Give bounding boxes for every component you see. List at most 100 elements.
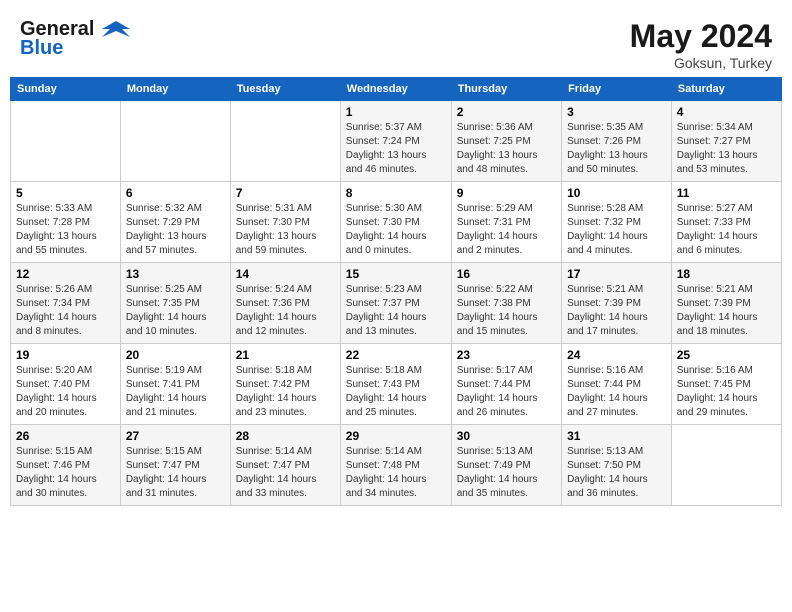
day-number: 13	[126, 267, 225, 281]
day-info: Sunrise: 5:13 AM Sunset: 7:49 PM Dayligh…	[457, 445, 556, 501]
day-number: 15	[346, 267, 446, 281]
day-info: Sunrise: 5:27 AM Sunset: 7:33 PM Dayligh…	[677, 202, 776, 258]
day-info: Sunrise: 5:32 AM Sunset: 7:29 PM Dayligh…	[126, 202, 225, 258]
day-info: Sunrise: 5:22 AM Sunset: 7:38 PM Dayligh…	[457, 283, 556, 339]
calendar-cell: 18 Sunrise: 5:21 AM Sunset: 7:39 PM Dayli…	[671, 263, 781, 344]
column-header-monday: Monday	[120, 78, 230, 101]
calendar-cell: 26 Sunrise: 5:15 AM Sunset: 7:46 PM Dayli…	[11, 425, 121, 506]
calendar-cell: 10 Sunrise: 5:28 AM Sunset: 7:32 PM Dayli…	[562, 182, 672, 263]
day-number: 12	[16, 267, 115, 281]
day-number: 30	[457, 429, 556, 443]
day-info: Sunrise: 5:18 AM Sunset: 7:42 PM Dayligh…	[236, 364, 335, 420]
column-header-saturday: Saturday	[671, 78, 781, 101]
calendar-week-row: 19 Sunrise: 5:20 AM Sunset: 7:40 PM Dayli…	[11, 344, 782, 425]
day-number: 19	[16, 348, 115, 362]
day-number: 18	[677, 267, 776, 281]
logo: General Blue	[20, 18, 130, 60]
day-number: 21	[236, 348, 335, 362]
day-info: Sunrise: 5:35 AM Sunset: 7:26 PM Dayligh…	[567, 121, 666, 177]
calendar-cell	[671, 425, 781, 506]
day-info: Sunrise: 5:16 AM Sunset: 7:44 PM Dayligh…	[567, 364, 666, 420]
calendar-week-row: 12 Sunrise: 5:26 AM Sunset: 7:34 PM Dayli…	[11, 263, 782, 344]
day-info: Sunrise: 5:14 AM Sunset: 7:47 PM Dayligh…	[236, 445, 335, 501]
day-info: Sunrise: 5:21 AM Sunset: 7:39 PM Dayligh…	[567, 283, 666, 339]
day-info: Sunrise: 5:14 AM Sunset: 7:48 PM Dayligh…	[346, 445, 446, 501]
calendar-cell: 14 Sunrise: 5:24 AM Sunset: 7:36 PM Dayli…	[230, 263, 340, 344]
calendar-cell: 29 Sunrise: 5:14 AM Sunset: 7:48 PM Dayli…	[340, 425, 451, 506]
day-number: 23	[457, 348, 556, 362]
day-number: 7	[236, 186, 335, 200]
calendar-week-row: 26 Sunrise: 5:15 AM Sunset: 7:46 PM Dayli…	[11, 425, 782, 506]
day-info: Sunrise: 5:30 AM Sunset: 7:30 PM Dayligh…	[346, 202, 446, 258]
day-number: 25	[677, 348, 776, 362]
calendar-cell: 3Sunrise: 5:35 AM Sunset: 7:26 PM Daylig…	[562, 101, 672, 182]
day-number: 26	[16, 429, 115, 443]
day-number: 8	[346, 186, 446, 200]
calendar-cell: 12 Sunrise: 5:26 AM Sunset: 7:34 PM Dayli…	[11, 263, 121, 344]
day-info: Sunrise: 5:15 AM Sunset: 7:47 PM Dayligh…	[126, 445, 225, 501]
column-header-sunday: Sunday	[11, 78, 121, 101]
calendar-cell: 7 Sunrise: 5:31 AM Sunset: 7:30 PM Daylig…	[230, 182, 340, 263]
calendar-cell: 5 Sunrise: 5:33 AM Sunset: 7:28 PM Daylig…	[11, 182, 121, 263]
day-number: 20	[126, 348, 225, 362]
day-info: Sunrise: 5:20 AM Sunset: 7:40 PM Dayligh…	[16, 364, 115, 420]
month-year-title: May 2024	[630, 18, 772, 55]
calendar-cell: 1 Sunrise: 5:37 AM Sunset: 7:24 PM Daylig…	[340, 101, 451, 182]
day-number: 27	[126, 429, 225, 443]
day-number: 31	[567, 429, 666, 443]
calendar-cell	[120, 101, 230, 182]
calendar-cell: 11 Sunrise: 5:27 AM Sunset: 7:33 PM Dayli…	[671, 182, 781, 263]
day-info: Sunrise: 5:25 AM Sunset: 7:35 PM Dayligh…	[126, 283, 225, 339]
day-number: 17	[567, 267, 666, 281]
day-info: Sunrise: 5:15 AM Sunset: 7:46 PM Dayligh…	[16, 445, 115, 501]
calendar-cell: 28 Sunrise: 5:14 AM Sunset: 7:47 PM Dayli…	[230, 425, 340, 506]
page-header: General Blue May 2024 Goksun, Turkey	[10, 10, 782, 77]
day-number: 14	[236, 267, 335, 281]
day-info: Sunrise: 5:29 AM Sunset: 7:31 PM Dayligh…	[457, 202, 556, 258]
calendar-cell: 30 Sunrise: 5:13 AM Sunset: 7:49 PM Dayli…	[451, 425, 561, 506]
day-number: 5	[16, 186, 115, 200]
day-info: Sunrise: 5:31 AM Sunset: 7:30 PM Dayligh…	[236, 202, 335, 258]
calendar-cell: 19 Sunrise: 5:20 AM Sunset: 7:40 PM Dayli…	[11, 344, 121, 425]
column-header-tuesday: Tuesday	[230, 78, 340, 101]
calendar-cell: 6 Sunrise: 5:32 AM Sunset: 7:29 PM Daylig…	[120, 182, 230, 263]
calendar-cell: 21 Sunrise: 5:18 AM Sunset: 7:42 PM Dayli…	[230, 344, 340, 425]
calendar-cell: 8 Sunrise: 5:30 AM Sunset: 7:30 PM Daylig…	[340, 182, 451, 263]
day-number: 1	[346, 105, 446, 119]
day-info: Sunrise: 5:13 AM Sunset: 7:50 PM Dayligh…	[567, 445, 666, 501]
calendar-week-row: 1 Sunrise: 5:37 AM Sunset: 7:24 PM Daylig…	[11, 101, 782, 182]
day-info: Sunrise: 5:34 AM Sunset: 7:27 PM Dayligh…	[677, 121, 776, 177]
calendar-cell: 23 Sunrise: 5:17 AM Sunset: 7:44 PM Dayli…	[451, 344, 561, 425]
day-number: 22	[346, 348, 446, 362]
day-number: 9	[457, 186, 556, 200]
day-info: Sunrise: 5:36 AM Sunset: 7:25 PM Dayligh…	[457, 121, 556, 177]
column-header-friday: Friday	[562, 78, 672, 101]
day-number: 28	[236, 429, 335, 443]
day-number: 29	[346, 429, 446, 443]
day-info: Sunrise: 5:18 AM Sunset: 7:43 PM Dayligh…	[346, 364, 446, 420]
day-number: 11	[677, 186, 776, 200]
location-subtitle: Goksun, Turkey	[630, 55, 772, 71]
calendar-cell: 25Sunrise: 5:16 AM Sunset: 7:45 PM Dayli…	[671, 344, 781, 425]
day-number: 16	[457, 267, 556, 281]
day-info: Sunrise: 5:33 AM Sunset: 7:28 PM Dayligh…	[16, 202, 115, 258]
calendar-header-row: SundayMondayTuesdayWednesdayThursdayFrid…	[11, 78, 782, 101]
day-info: Sunrise: 5:26 AM Sunset: 7:34 PM Dayligh…	[16, 283, 115, 339]
calendar-cell	[230, 101, 340, 182]
day-number: 2	[457, 105, 556, 119]
calendar-cell: 22 Sunrise: 5:18 AM Sunset: 7:43 PM Dayli…	[340, 344, 451, 425]
day-info: Sunrise: 5:37 AM Sunset: 7:24 PM Dayligh…	[346, 121, 446, 177]
day-info: Sunrise: 5:28 AM Sunset: 7:32 PM Dayligh…	[567, 202, 666, 258]
calendar-cell: 9 Sunrise: 5:29 AM Sunset: 7:31 PM Daylig…	[451, 182, 561, 263]
calendar-cell: 15Sunrise: 5:23 AM Sunset: 7:37 PM Dayli…	[340, 263, 451, 344]
day-info: Sunrise: 5:17 AM Sunset: 7:44 PM Dayligh…	[457, 364, 556, 420]
day-info: Sunrise: 5:24 AM Sunset: 7:36 PM Dayligh…	[236, 283, 335, 339]
calendar-cell: 24Sunrise: 5:16 AM Sunset: 7:44 PM Dayli…	[562, 344, 672, 425]
calendar-week-row: 5 Sunrise: 5:33 AM Sunset: 7:28 PM Daylig…	[11, 182, 782, 263]
day-number: 10	[567, 186, 666, 200]
day-number: 6	[126, 186, 225, 200]
calendar-cell: 27 Sunrise: 5:15 AM Sunset: 7:47 PM Dayli…	[120, 425, 230, 506]
calendar-cell: 13 Sunrise: 5:25 AM Sunset: 7:35 PM Dayli…	[120, 263, 230, 344]
logo-bird-icon	[102, 19, 130, 41]
day-info: Sunrise: 5:21 AM Sunset: 7:39 PM Dayligh…	[677, 283, 776, 339]
